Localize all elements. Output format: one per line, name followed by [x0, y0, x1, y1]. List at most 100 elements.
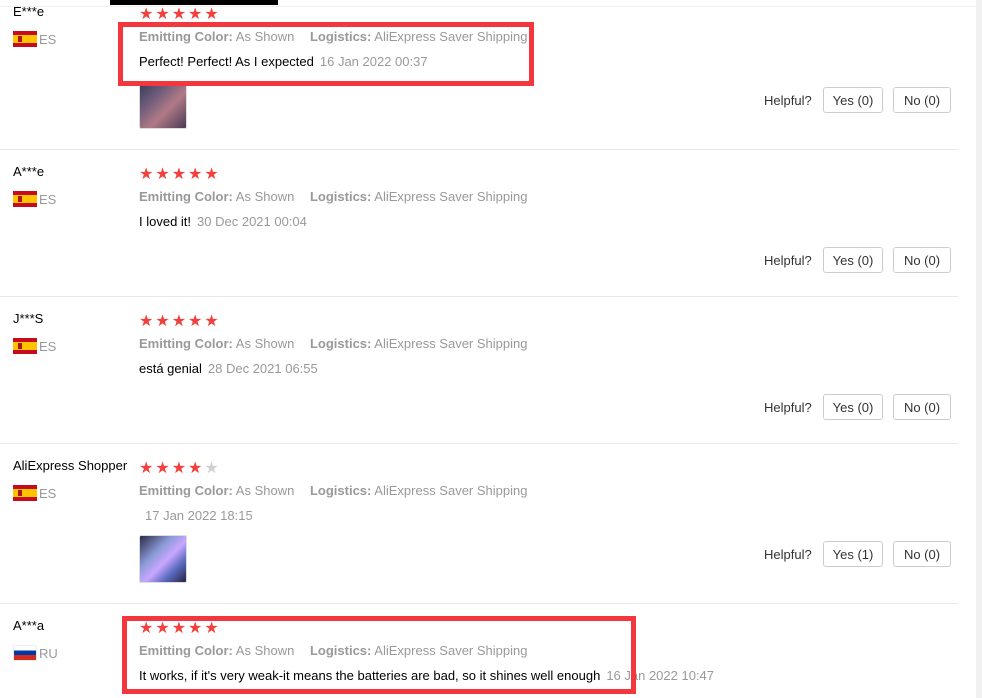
- spain-flag-icon: [13, 338, 37, 354]
- spain-flag-icon: [13, 191, 37, 207]
- emitting-color-label: Emitting Color:: [139, 643, 233, 658]
- logistics-value: AliExpress Saver Shipping: [374, 336, 528, 351]
- country-code: RU: [39, 645, 58, 661]
- star-icon: ★: [171, 4, 187, 23]
- star-icon: ★: [171, 164, 187, 183]
- review-divider: [0, 443, 958, 444]
- helpful-yes-button[interactable]: Yes (0): [823, 87, 883, 113]
- review-text-line: It works, if it's very weak-it means the…: [139, 668, 714, 683]
- logistics-label: Logistics:: [309, 29, 372, 44]
- emitting-color-value: As Shown: [235, 29, 295, 44]
- reviewer-country: ES: [13, 31, 56, 47]
- star-empty-icon: ★: [204, 458, 219, 477]
- helpful-label: Helpful?: [764, 400, 812, 415]
- star-icon: ★: [155, 458, 170, 477]
- reviewer-name: J***S: [13, 311, 44, 326]
- spain-flag-icon: [13, 31, 37, 47]
- country-code: ES: [39, 338, 57, 354]
- review-text: está genial: [139, 361, 202, 376]
- helpful-no-button[interactable]: No (0): [893, 87, 951, 113]
- star-rating: ★ ★ ★ ★ ★: [139, 6, 219, 22]
- helpful-no-button[interactable]: No (0): [893, 247, 951, 273]
- star-icon: ★: [171, 458, 187, 477]
- logistics-value: AliExpress Saver Shipping: [374, 483, 528, 498]
- reviewer-country: ES: [13, 191, 56, 207]
- review-date: 30 Dec 2021 00:04: [197, 214, 307, 229]
- emitting-color-label: Emitting Color:: [139, 336, 233, 351]
- review-text-line: está genial 28 Dec 2021 06:55: [139, 361, 318, 376]
- review-text-line: Perfect! Perfect! As I expected 16 Jan 20…: [139, 54, 428, 69]
- helpful-label: Helpful?: [764, 253, 812, 268]
- review-divider: [0, 149, 958, 150]
- star-rating: ★ ★ ★ ★ ★: [139, 620, 219, 636]
- logistics-label: Logistics:: [309, 189, 372, 204]
- helpful-label: Helpful?: [764, 547, 812, 562]
- star-rating: ★ ★ ★ ★ ★: [139, 166, 219, 182]
- logistics-value: AliExpress Saver Shipping: [374, 29, 528, 44]
- reviewer-name: A***a: [13, 618, 45, 633]
- review-text: It works, if it's very weak-it means the…: [139, 668, 601, 683]
- star-icon: ★: [188, 618, 203, 637]
- emitting-color-value: As Shown: [235, 336, 295, 351]
- review-photo-thumbnail[interactable]: [139, 81, 187, 129]
- emitting-color-label: Emitting Color:: [139, 483, 233, 498]
- review-date: 17 Jan 2022 18:15: [145, 508, 253, 523]
- review-meta: Emitting Color: As Shown Logistics: AliE…: [139, 336, 527, 351]
- russia-flag-icon: [13, 645, 37, 661]
- logistics-label: Logistics:: [309, 643, 372, 658]
- spain-flag-icon: [13, 485, 37, 501]
- star-icon: ★: [139, 164, 154, 183]
- helpful-no-button[interactable]: No (0): [893, 394, 951, 420]
- star-icon: ★: [155, 4, 170, 23]
- review-text-line: I loved it! 30 Dec 2021 00:04: [139, 214, 307, 229]
- star-icon: ★: [139, 311, 154, 330]
- country-code: ES: [39, 485, 57, 501]
- emitting-color-value: As Shown: [235, 643, 295, 658]
- star-icon: ★: [139, 4, 154, 23]
- star-icon: ★: [188, 311, 203, 330]
- emitting-color-label: Emitting Color:: [139, 29, 233, 44]
- star-icon: ★: [204, 4, 219, 23]
- helpful-yes-button[interactable]: Yes (1): [823, 541, 883, 567]
- review-meta: Emitting Color: As Shown Logistics: AliE…: [139, 483, 527, 498]
- logistics-label: Logistics:: [309, 336, 372, 351]
- review-meta: Emitting Color: As Shown Logistics: AliE…: [139, 29, 527, 44]
- review-photo-thumbnail[interactable]: [139, 535, 187, 583]
- review-text-line: 17 Jan 2022 18:15: [139, 508, 253, 523]
- logistics-value: AliExpress Saver Shipping: [374, 189, 528, 204]
- emitting-color-value: As Shown: [235, 189, 295, 204]
- review-text: I loved it!: [139, 214, 192, 229]
- star-icon: ★: [204, 311, 219, 330]
- reviewer-name: A***e: [13, 164, 45, 179]
- emitting-color-label: Emitting Color:: [139, 189, 233, 204]
- star-icon: ★: [188, 164, 203, 183]
- star-icon: ★: [155, 618, 170, 637]
- review-date: 16 Jan 2022 00:37: [319, 54, 428, 69]
- helpful-yes-button[interactable]: Yes (0): [823, 247, 883, 273]
- star-rating: ★ ★ ★ ★ ★: [139, 313, 219, 329]
- star-icon: ★: [139, 458, 154, 477]
- country-code: ES: [39, 191, 57, 207]
- reviewer-country: ES: [13, 338, 56, 354]
- helpful-yes-button[interactable]: Yes (0): [823, 394, 883, 420]
- emitting-color-value: As Shown: [235, 483, 295, 498]
- star-icon: ★: [188, 4, 203, 23]
- star-icon: ★: [171, 618, 187, 637]
- review-meta: Emitting Color: As Shown Logistics: AliE…: [139, 643, 527, 658]
- review-meta: Emitting Color: As Shown Logistics: AliE…: [139, 189, 527, 204]
- country-code: ES: [39, 31, 57, 47]
- star-icon: ★: [139, 618, 154, 637]
- review-divider: [0, 603, 958, 604]
- logistics-value: AliExpress Saver Shipping: [374, 643, 528, 658]
- star-icon: ★: [188, 458, 203, 477]
- logistics-label: Logistics:: [309, 483, 372, 498]
- star-rating: ★ ★ ★ ★ ★: [139, 460, 219, 476]
- scrollbar-track[interactable]: [976, 0, 982, 698]
- review-date: 28 Dec 2021 06:55: [207, 361, 318, 376]
- reviewer-country: RU: [13, 645, 58, 661]
- helpful-no-button[interactable]: No (0): [893, 541, 951, 567]
- reviewer-country: ES: [13, 485, 56, 501]
- star-icon: ★: [155, 164, 170, 183]
- star-icon: ★: [204, 164, 219, 183]
- reviewer-name: E***e: [13, 4, 45, 19]
